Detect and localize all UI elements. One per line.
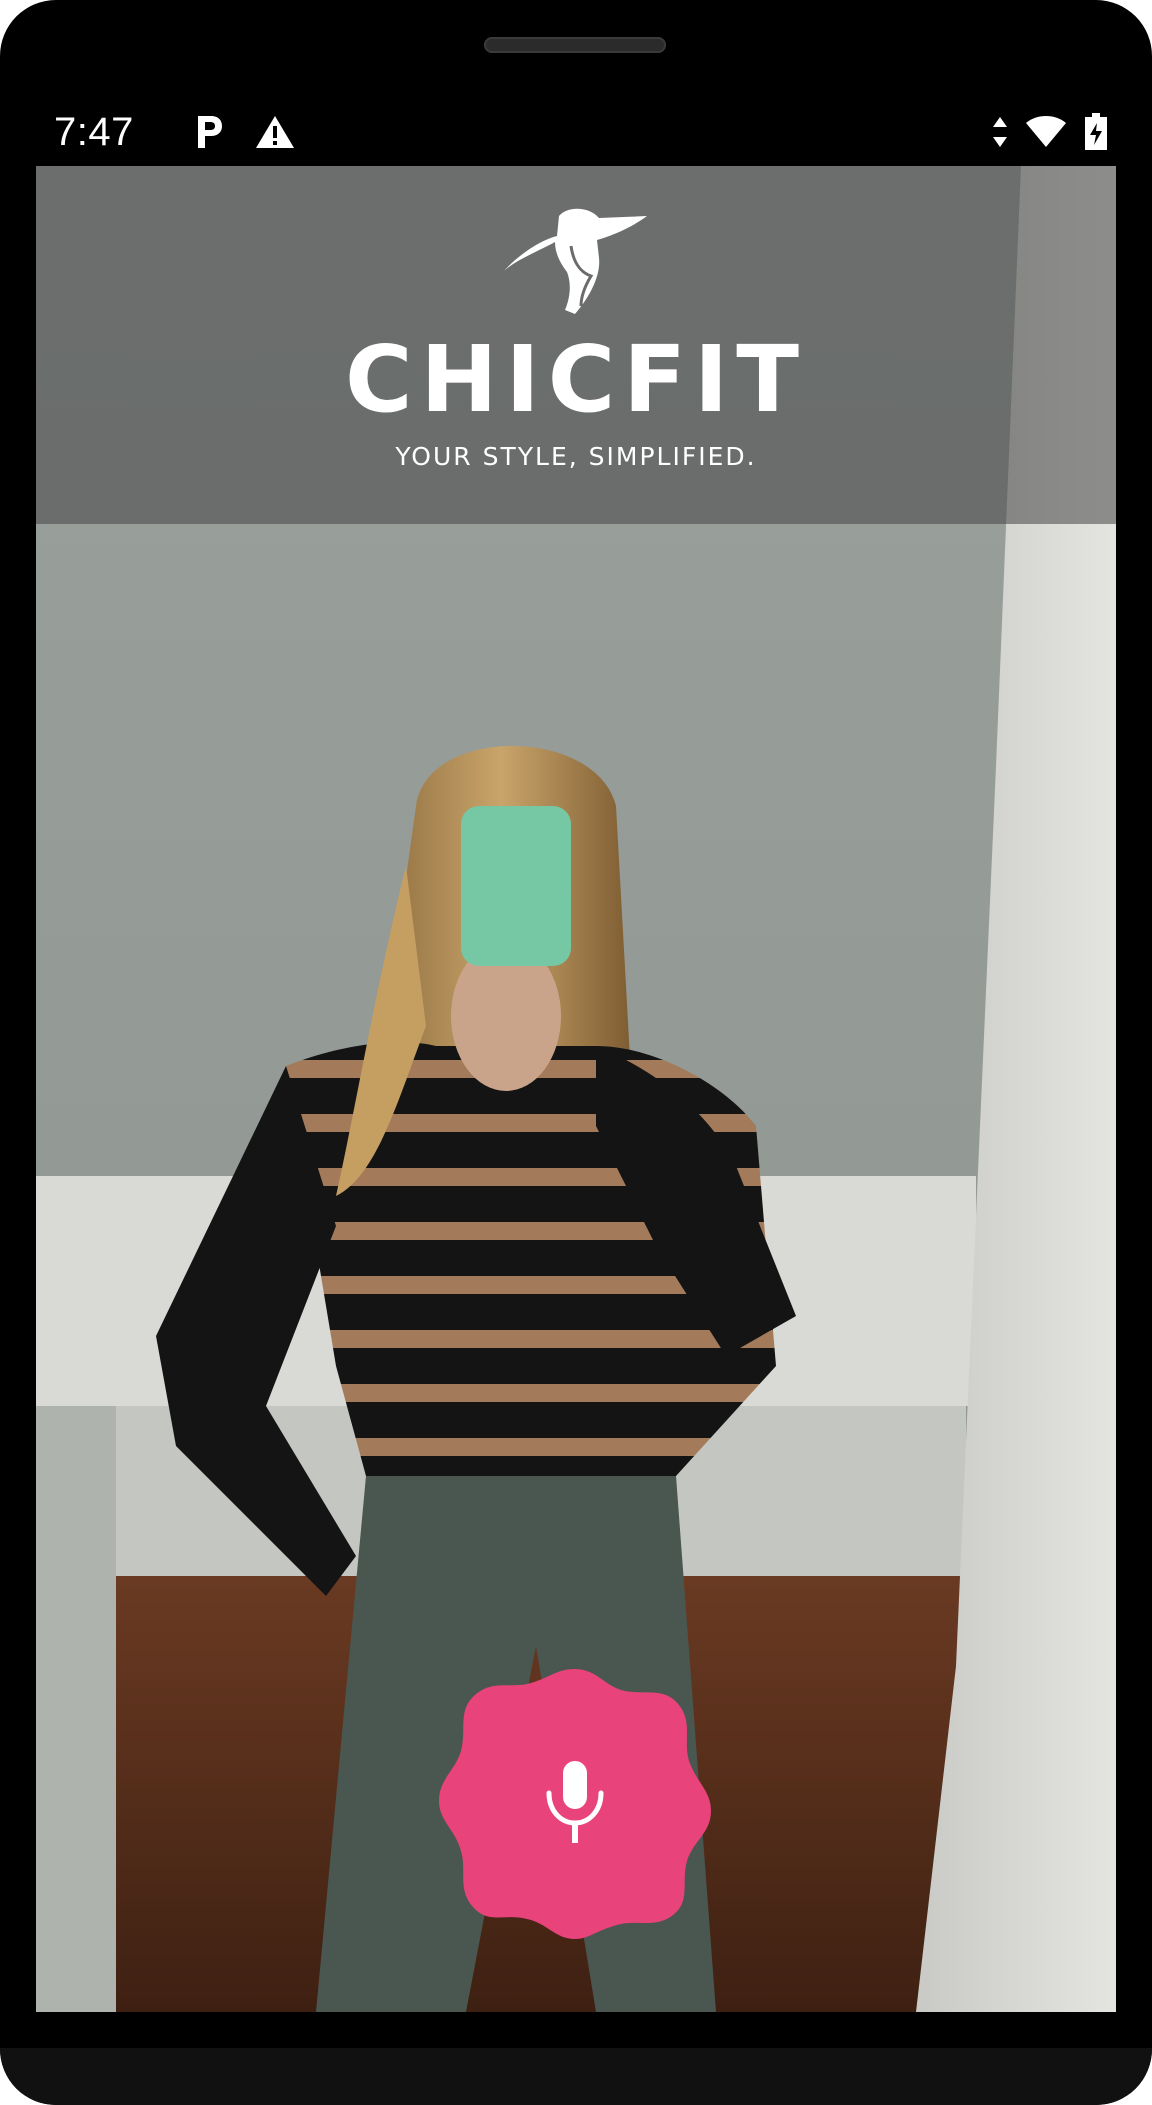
speaker-grille [484, 37, 666, 53]
camera-screen[interactable]: CHICFIT YOUR STYLE, SIMPLIFIED. [36, 166, 1116, 2012]
status-time: 7:47 [54, 109, 134, 154]
status-right-icons [992, 113, 1108, 151]
status-left-icons [194, 114, 296, 150]
brand-logo: CHICFIT YOUR STYLE, SIMPLIFIED. [36, 206, 1116, 471]
status-bar: 7:47 [36, 100, 1116, 164]
data-arrows-icon [992, 115, 1008, 149]
navigation-bar [0, 2048, 1152, 2105]
brand-tagline: YOUR STYLE, SIMPLIFIED. [395, 442, 757, 471]
wifi-icon [1024, 115, 1068, 149]
microphone-button[interactable] [435, 1661, 715, 1941]
warning-icon [254, 114, 296, 150]
device-frame: 7:47 CHICFIT YOUR STYLE, SIMPLIFIED. [0, 0, 1152, 2105]
brand-header: CHICFIT YOUR STYLE, SIMPLIFIED. [36, 166, 1116, 524]
battery-charging-icon [1084, 113, 1108, 151]
brand-name: CHICFIT [344, 326, 808, 433]
parking-icon [194, 114, 224, 150]
woman-hat-logo-icon [503, 208, 647, 314]
